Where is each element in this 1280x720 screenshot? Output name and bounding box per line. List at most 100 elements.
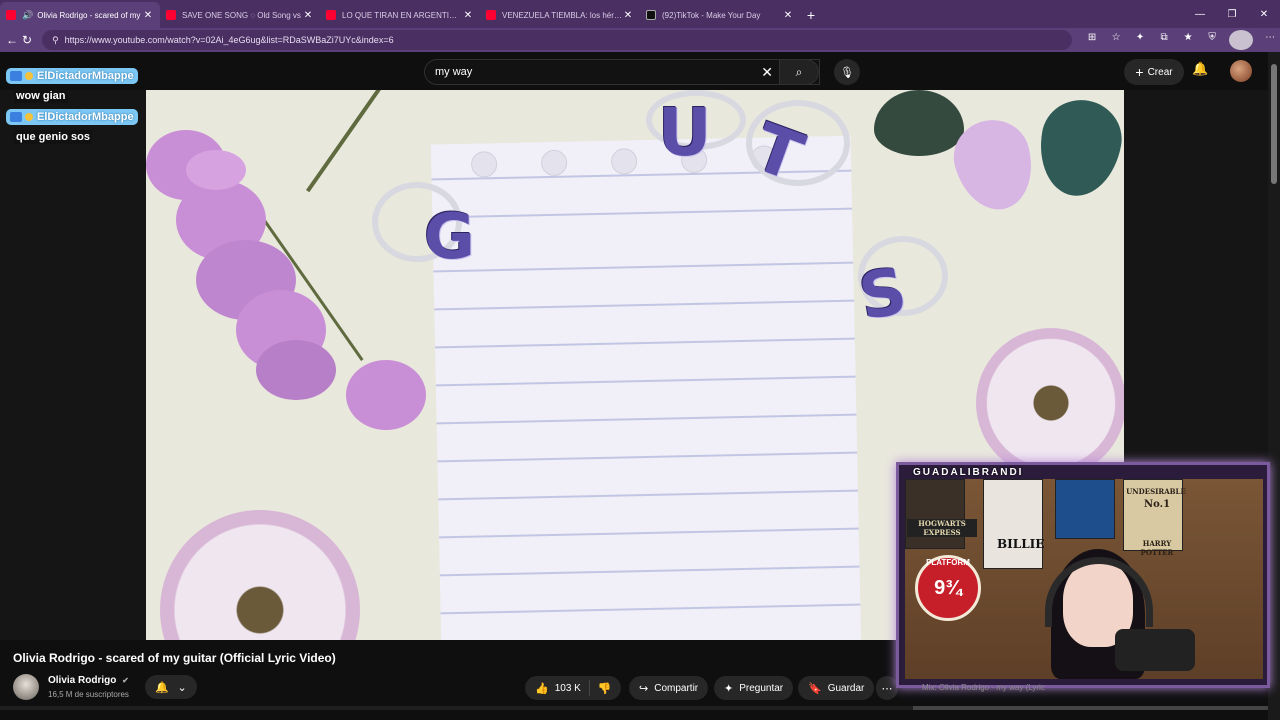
like-dislike-group: 👍 103 K 👎 <box>525 676 621 700</box>
close-tab-icon[interactable]: ✕ <box>782 10 794 21</box>
minimize-icon[interactable]: — <box>1184 0 1216 28</box>
share-label: Compartir <box>654 682 699 694</box>
close-tab-icon[interactable]: ✕ <box>142 10 154 21</box>
chat-username-text: ElDictadorMbappe <box>37 70 134 82</box>
paper-hole <box>470 151 498 178</box>
share-icon: ↪ <box>639 682 649 695</box>
like-count: 103 K <box>554 682 581 694</box>
search-icon[interactable]: ⌕ <box>779 59 819 85</box>
webcam-background: HOGWARTS EXPRESS BILLIE UNDESIRABLE No.1… <box>905 479 1263 679</box>
microphone-icon[interactable]: 🎙 <box>834 59 860 85</box>
sparkle-icon: ✦ <box>724 682 734 695</box>
tab-argentina[interactable]: LO QUE TIRAN EN ARGENTINA EN ✕ <box>320 2 480 28</box>
new-tab-button[interactable]: + <box>800 2 822 28</box>
twitch-badge-icon <box>10 71 22 81</box>
verified-icon: ✔ <box>122 676 129 685</box>
dislike-button[interactable]: 👎 <box>590 682 620 695</box>
chat-username: ElDictadorMbappe <box>6 109 138 125</box>
search-value: my way <box>435 66 473 78</box>
tab-olivia-rodrigo[interactable]: 🔊 Olivia Rodrigo - scared of my ✕ <box>0 2 160 28</box>
paper-hole <box>610 148 638 175</box>
daisy-flower <box>160 510 360 640</box>
save-label: Guardar <box>827 682 865 694</box>
restore-icon[interactable]: ❐ <box>1216 0 1248 28</box>
speaker-icon[interactable]: 🔊 <box>22 10 33 21</box>
ask-button[interactable]: ✦ Preguntar <box>714 676 794 700</box>
youtube-icon <box>326 10 336 20</box>
headset-icon <box>1045 557 1153 627</box>
avatar[interactable] <box>1230 60 1252 82</box>
subscriber-count: 16,5 M de suscriptores <box>48 690 129 699</box>
poster-text: No.1 <box>1143 499 1171 510</box>
ring-letter: G <box>424 200 475 273</box>
platform-sign: PLATFORM 9¾ <box>915 555 981 621</box>
tiktok-icon <box>646 10 656 20</box>
subscription-bell-button[interactable]: 🔔 ⌄ <box>145 675 197 699</box>
channel-name[interactable]: Olivia Rodrigo ✔ <box>48 675 129 686</box>
poster <box>1055 479 1115 539</box>
like-button[interactable]: 👍 103 K <box>525 680 590 696</box>
profile-icon[interactable] <box>1229 30 1254 50</box>
site-info-icon[interactable]: ⚲ <box>52 35 59 46</box>
tab-title: VENEZUELA TIEMBLA: los héroes d <box>502 10 622 20</box>
streamer-name: GUADALIBRANDI <box>913 467 1024 478</box>
browser-toolbar: ⊞ ☆ ✦ ⧉ ★ ⛨ ⋯ <box>1080 27 1280 53</box>
thumbs-up-icon: 👍 <box>535 682 549 695</box>
back-icon[interactable]: ← <box>6 30 18 50</box>
extensions-icon[interactable]: ✦ <box>1128 27 1152 47</box>
favorite-star-icon[interactable]: ☆ <box>1104 27 1128 47</box>
youtube-icon <box>166 10 176 20</box>
menu-dots-icon[interactable]: ⋯ <box>1258 27 1280 47</box>
guitar-pick <box>874 90 964 156</box>
url-text: https://www.youtube.com/watch?v=02Ai_4eG… <box>64 35 394 45</box>
youtube-icon <box>6 10 16 20</box>
tab-title: (92)TikTok - Make Your Day <box>662 10 761 20</box>
favorites-icon[interactable]: ★ <box>1176 27 1200 47</box>
poster-billie <box>983 479 1043 569</box>
app-install-icon[interactable]: ⊞ <box>1080 27 1104 47</box>
microphone-arm <box>1115 629 1195 671</box>
tab-title: Olivia Rodrigo - scared of my <box>37 10 141 20</box>
tab-tiktok[interactable]: (92)TikTok - Make Your Day ✕ <box>640 2 800 28</box>
split-screen-icon[interactable]: ⧉ <box>1152 27 1176 47</box>
tab-title: LO QUE TIRAN EN ARGENTINA EN <box>342 10 462 20</box>
create-button[interactable]: + Crear <box>1124 59 1184 85</box>
close-tab-icon[interactable]: ✕ <box>622 10 634 21</box>
youtube-icon <box>486 10 496 20</box>
tab-venezuela[interactable]: VENEZUELA TIEMBLA: los héroes d ✕ <box>480 2 640 28</box>
plus-icon: + <box>1135 64 1144 80</box>
close-tab-icon[interactable]: ✕ <box>302 10 314 21</box>
reload-icon[interactable]: ↻ <box>22 30 32 50</box>
clear-search-icon[interactable]: ✕ <box>761 64 773 81</box>
ring-letter: U <box>658 94 712 171</box>
browser-window: 🔊 Olivia Rodrigo - scared of my ✕ SAVE O… <box>0 0 1280 720</box>
channel-avatar[interactable] <box>13 674 39 700</box>
more-actions-icon[interactable]: ⋯ <box>876 676 898 700</box>
poster-text: BILLIE <box>997 537 1045 551</box>
search-input[interactable]: my way ✕ ⌕ <box>424 59 820 85</box>
save-button[interactable]: 🔖 Guardar <box>798 676 875 700</box>
video-title: Olivia Rodrigo - scared of my guitar (Of… <box>13 651 336 665</box>
url-field[interactable]: ⚲ https://www.youtube.com/watch?v=02Ai_4… <box>42 30 1073 50</box>
tab-save-one-song[interactable]: SAVE ONE SONG ◌ Old Song vs ✕ <box>160 2 320 28</box>
platform-label: PLATFORM <box>926 558 970 567</box>
close-window-icon[interactable]: ✕ <box>1248 0 1280 28</box>
chat-message: wow gian <box>14 89 68 103</box>
sub-badge-icon <box>25 113 33 121</box>
browser-essentials-icon[interactable]: ⛨ <box>1200 27 1224 47</box>
chat-message: que genio sos <box>14 130 92 144</box>
platform-number: 9¾ <box>934 577 962 599</box>
paper-hole <box>540 149 568 177</box>
address-bar-row: ← ↻ ⚲ https://www.youtube.com/watch?v=02… <box>0 28 1280 52</box>
scrollbar-thumb[interactable] <box>1271 64 1277 184</box>
chevron-down-icon: ⌄ <box>177 681 187 694</box>
create-label: Crear <box>1147 66 1173 78</box>
share-button[interactable]: ↪ Compartir <box>629 676 709 700</box>
notifications-icon[interactable]: 🔔 <box>1192 61 1208 77</box>
youtube-header: my way ✕ ⌕ 🎙 + Crear 🔔 <box>0 52 1280 90</box>
tab-bar: 🔊 Olivia Rodrigo - scared of my ✕ SAVE O… <box>0 0 1280 28</box>
tab-title: SAVE ONE SONG ◌ Old Song vs <box>182 10 301 20</box>
close-tab-icon[interactable]: ✕ <box>462 10 474 21</box>
page-divider <box>0 706 1268 710</box>
ask-label: Preguntar <box>739 682 784 694</box>
